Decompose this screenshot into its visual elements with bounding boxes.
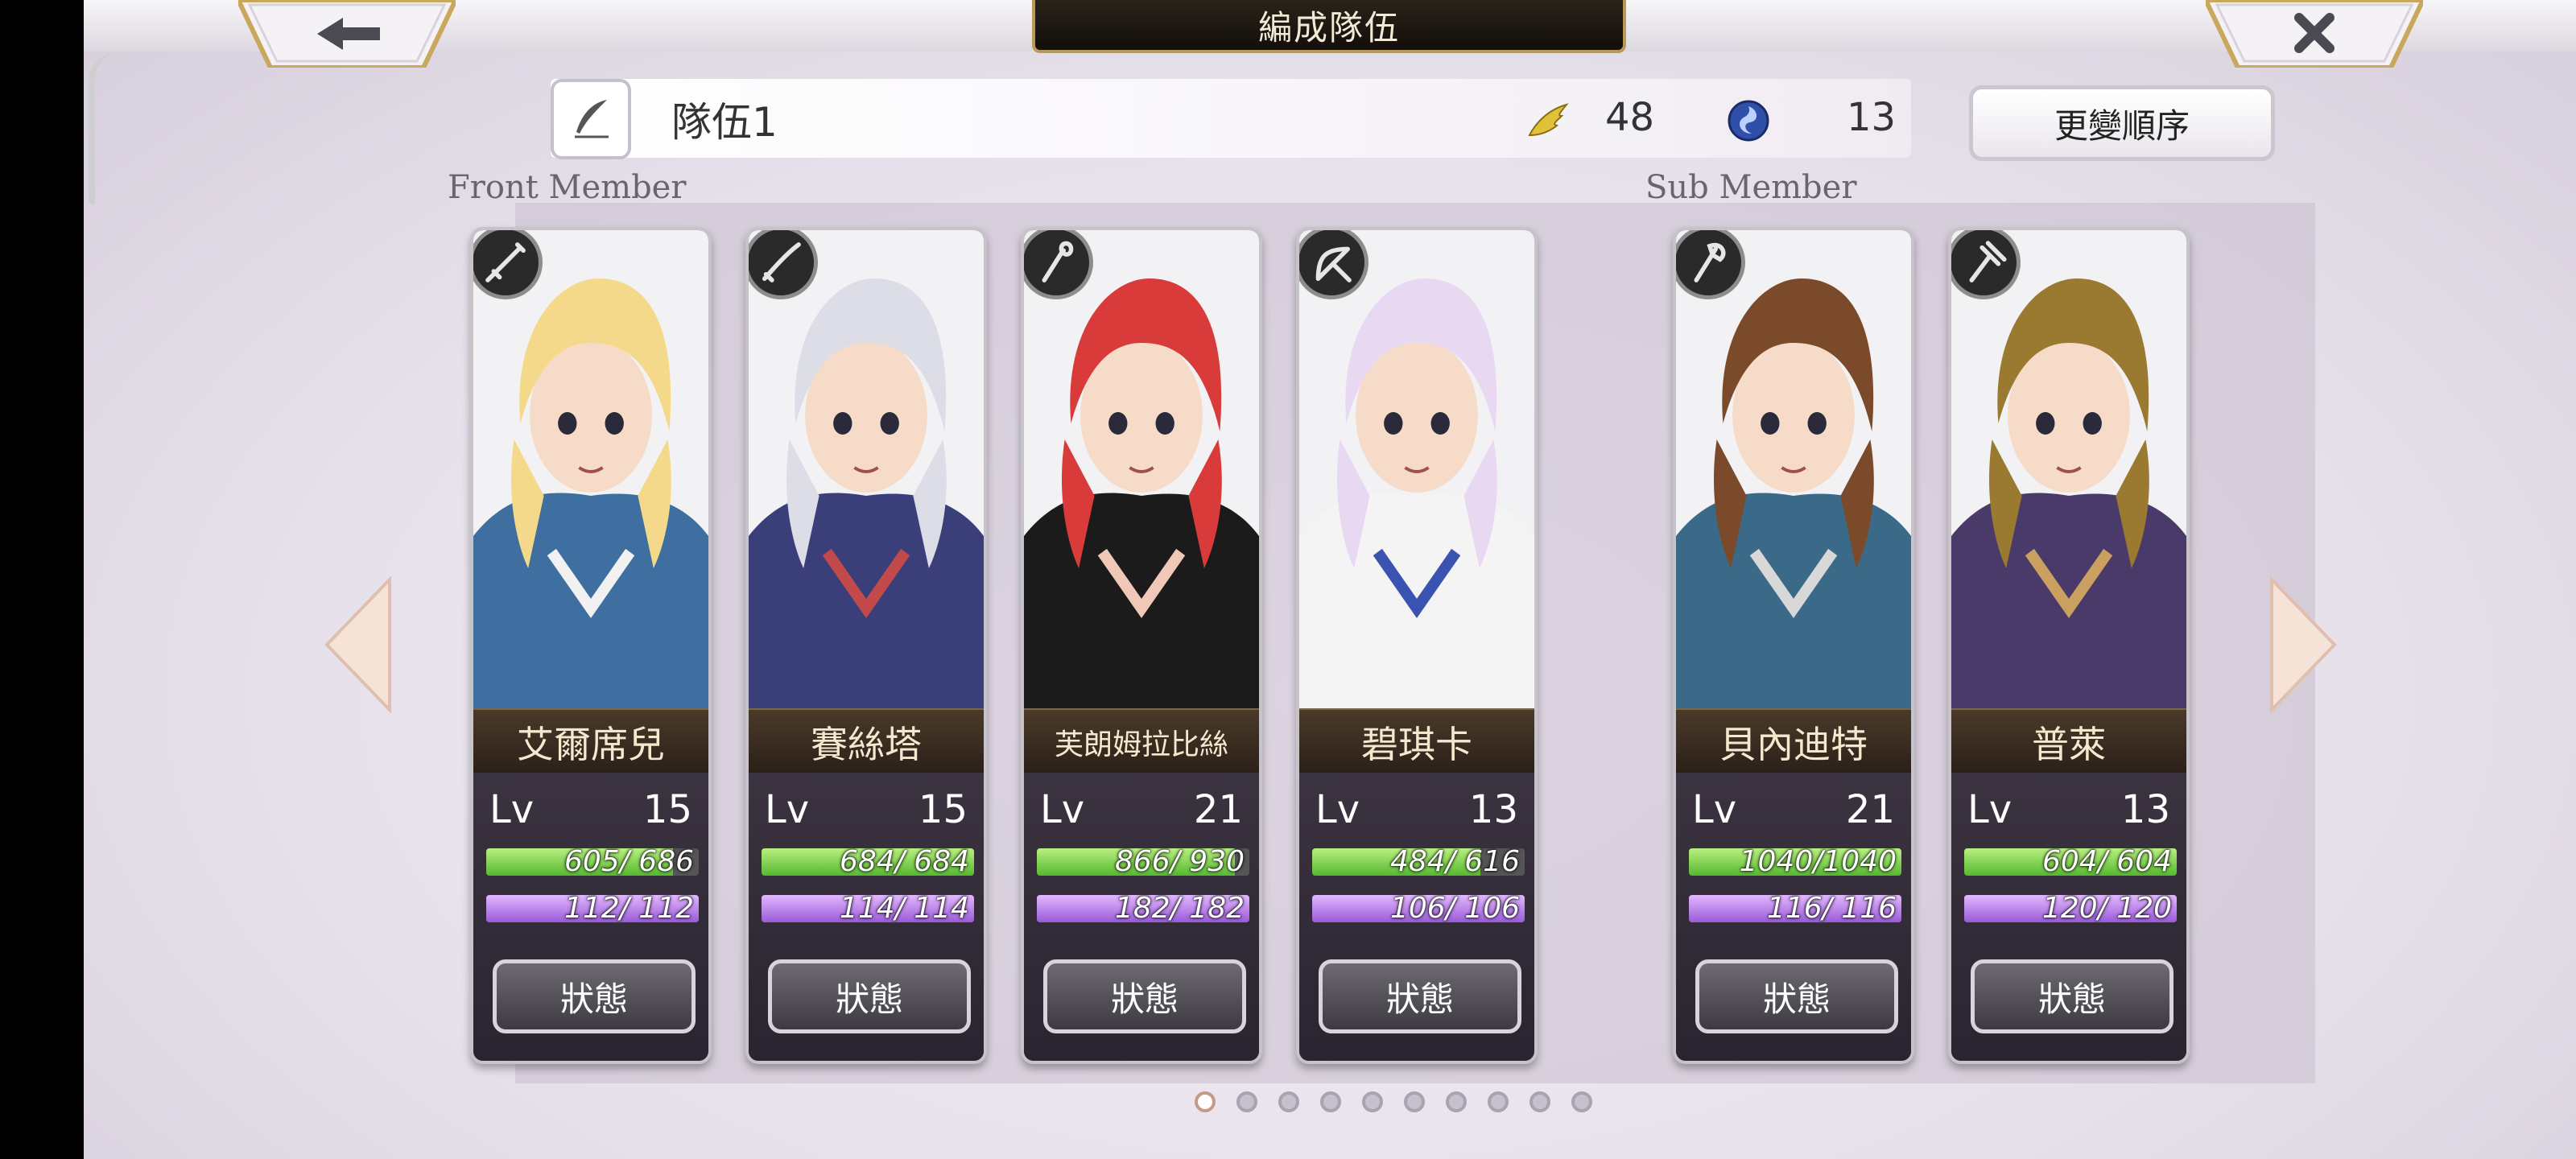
member-card[interactable]: 普萊 Lv 13 604/ 604 120/ 120 狀態: [1948, 227, 2190, 1064]
back-button[interactable]: [235, 0, 459, 70]
status-button[interactable]: 狀態: [768, 959, 971, 1033]
orb-swirl-icon: [1728, 100, 1769, 142]
level-value: 13: [2120, 787, 2170, 832]
page-title: 編成隊伍: [1032, 0, 1626, 53]
hp-bar: 605/ 686: [486, 848, 699, 876]
hammer-icon: [1951, 230, 2021, 299]
bow-icon: [1299, 230, 1368, 299]
level-label: Lv: [1315, 787, 1360, 832]
character-portrait[interactable]: [749, 230, 984, 713]
hp-bar: 866/ 930: [1037, 848, 1249, 876]
member-name: 賽絲塔: [749, 708, 984, 774]
hp-text: 484/ 616: [1390, 848, 1520, 876]
character-portrait[interactable]: [473, 230, 708, 713]
team-formation-screen: 編成隊伍 隊伍1 48 13 更變順序 Front Member Sub Mem…: [84, 0, 2576, 1159]
hp-text: 1040/1040: [1739, 848, 1897, 876]
page-dot[interactable]: [1278, 1091, 1299, 1112]
level-value: 15: [642, 787, 692, 832]
page-dot[interactable]: [1446, 1091, 1467, 1112]
level-value: 15: [918, 787, 968, 832]
staff-icon: [1024, 230, 1093, 299]
hp-text: 866/ 930: [1115, 848, 1245, 876]
character-portrait[interactable]: [1024, 230, 1259, 713]
mp-text: 116/ 116: [1767, 895, 1897, 922]
hp-bar: 1040/1040: [1689, 848, 1901, 876]
front-member-label: Front Member: [448, 169, 687, 206]
status-button[interactable]: 狀態: [493, 959, 696, 1033]
character-portrait[interactable]: [1951, 230, 2186, 713]
member-name: 艾爾席兒: [473, 708, 708, 774]
hp-bar: 484/ 616: [1312, 848, 1525, 876]
hp-text: 605/ 686: [564, 848, 694, 876]
page-dot[interactable]: [1236, 1091, 1257, 1112]
next-page-arrow-icon[interactable]: [2267, 576, 2339, 713]
member-name: 芙朗姆拉比絲: [1024, 708, 1259, 774]
mp-text: 114/ 114: [840, 895, 969, 922]
status-button[interactable]: 狀態: [1319, 959, 1521, 1033]
member-card[interactable]: 艾爾席兒 Lv 15 605/ 686 112/ 112 狀態: [470, 227, 712, 1064]
back-arrow-icon: [235, 0, 459, 70]
katana-icon: [749, 230, 818, 299]
level-label: Lv: [1040, 787, 1085, 832]
hp-text: 604/ 604: [2042, 848, 2172, 876]
page-dot[interactable]: [1571, 1091, 1592, 1112]
mp-bar: 116/ 116: [1689, 895, 1901, 922]
mp-bar: 120/ 120: [1964, 895, 2177, 922]
axe-icon: [1676, 230, 1745, 299]
mp-bar: 182/ 182: [1037, 895, 1249, 922]
page-dot[interactable]: [1362, 1091, 1383, 1112]
character-portrait[interactable]: [1299, 230, 1534, 713]
page-dot[interactable]: [1488, 1091, 1509, 1112]
member-name: 碧琪卡: [1299, 708, 1534, 774]
member-name: 貝內迪特: [1676, 708, 1911, 774]
status-button[interactable]: 狀態: [1043, 959, 1246, 1033]
page-dot[interactable]: [1195, 1091, 1216, 1112]
hp-text: 684/ 684: [840, 848, 969, 876]
mp-bar: 114/ 114: [762, 895, 974, 922]
prev-page-arrow-icon[interactable]: [322, 576, 394, 713]
level-value: 21: [1845, 787, 1895, 832]
team-name: 隊伍1: [671, 99, 778, 146]
change-order-button[interactable]: 更變順序: [1969, 85, 2275, 161]
member-card[interactable]: 碧琪卡 Lv 13 484/ 616 106/ 106 狀態: [1296, 227, 1538, 1064]
mp-text: 182/ 182: [1115, 895, 1245, 922]
mp-text: 106/ 106: [1390, 895, 1520, 922]
edge-decoration: [89, 52, 119, 204]
mp-bar: 106/ 106: [1312, 895, 1525, 922]
member-card[interactable]: 賽絲塔 Lv 15 684/ 684 114/ 114 狀態: [745, 227, 987, 1064]
status-button[interactable]: 狀態: [1971, 959, 2174, 1033]
mp-bar: 112/ 112: [486, 895, 699, 922]
level-label: Lv: [1967, 787, 2013, 832]
quill-pen-icon: [575, 100, 609, 138]
member-card[interactable]: 貝內迪特 Lv 21 1040/1040 116/ 116 狀態: [1673, 227, 1914, 1064]
page-dot[interactable]: [1320, 1091, 1341, 1112]
level-value: 21: [1193, 787, 1243, 832]
hp-bar: 604/ 604: [1964, 848, 2177, 876]
level-value: 13: [1468, 787, 1518, 832]
wing-icon: [1528, 103, 1569, 137]
pagination-dots: [1195, 1091, 1592, 1112]
character-portrait[interactable]: [1676, 230, 1911, 713]
page-dot[interactable]: [1530, 1091, 1550, 1112]
sub-member-label: Sub Member: [1645, 169, 1857, 206]
level-label: Lv: [489, 787, 535, 832]
hp-bar: 684/ 684: [762, 848, 974, 876]
mp-text: 112/ 112: [564, 895, 694, 922]
wing-count: 48: [1605, 95, 1655, 140]
sword-icon: [473, 230, 543, 299]
close-button[interactable]: [2202, 0, 2426, 70]
close-icon: [2202, 0, 2426, 70]
level-label: Lv: [1692, 787, 1737, 832]
rename-team-button[interactable]: [551, 79, 631, 159]
status-button[interactable]: 狀態: [1695, 959, 1898, 1033]
level-label: Lv: [765, 787, 810, 832]
page-dot[interactable]: [1404, 1091, 1425, 1112]
member-card[interactable]: 芙朗姆拉比絲 Lv 21 866/ 930 182/ 182 狀態: [1021, 227, 1262, 1064]
member-name: 普萊: [1951, 708, 2186, 774]
mp-text: 120/ 120: [2042, 895, 2172, 922]
orb-count: 13: [1847, 95, 1897, 140]
